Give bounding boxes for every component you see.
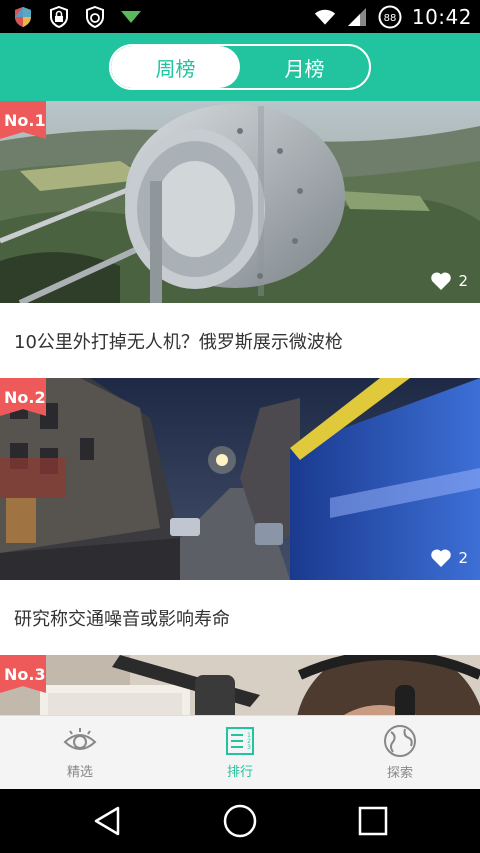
battery-level-text: 88	[383, 13, 396, 24]
nav-label-explore: 探索	[386, 766, 413, 781]
nav-item-ranking[interactable]: 1 2 3 排行	[160, 716, 320, 789]
eye-icon	[63, 728, 97, 750]
clock: 10:42	[411, 4, 472, 29]
header: 周榜 月榜	[0, 33, 480, 101]
wifi-icon	[314, 6, 336, 28]
recents-icon	[359, 806, 388, 836]
article-card[interactable]: No.3	[0, 655, 480, 715]
nav-label-ranking: 排行	[226, 765, 253, 780]
heart-icon	[431, 549, 452, 567]
headphones-person-image	[0, 655, 480, 715]
nav-item-featured[interactable]: 精选	[0, 716, 160, 789]
refresh-shield-icon	[84, 5, 106, 28]
tab-weekly[interactable]: 周榜	[111, 46, 240, 88]
article-title[interactable]: 10公里外打掉无人机？俄罗斯展示微波枪	[0, 303, 480, 378]
like-count-value: 2	[458, 549, 468, 567]
system-navigation-bar	[0, 789, 480, 853]
city-street-image	[0, 378, 480, 580]
bottom-navigation: 精选 1 2 3 排行 探索	[0, 715, 480, 789]
shield-icon	[12, 6, 34, 28]
svg-text:3: 3	[247, 744, 251, 751]
ranking-period-toggle: 周榜 月榜	[109, 44, 371, 90]
like-count[interactable]: 2	[430, 548, 468, 568]
like-count-value: 2	[458, 272, 468, 290]
ranking-feed[interactable]: No.1 2 10公里外打掉无人机？俄罗斯展示微波枪 No.2 2 研究称交通噪…	[0, 101, 480, 715]
article-image[interactable]: No.1 2	[0, 101, 480, 303]
tab-monthly[interactable]: 月榜	[240, 46, 369, 88]
status-bar: 88 10:42	[0, 0, 480, 33]
status-left	[12, 5, 142, 28]
lock-shield-icon	[48, 5, 70, 28]
battery-icon: 88	[378, 5, 402, 29]
microwave-dish-image	[0, 101, 480, 303]
article-title[interactable]: 研究称交通噪音或影响寿命	[0, 580, 480, 655]
status-right: 88 10:42	[314, 5, 472, 29]
article-image[interactable]: No.3	[0, 655, 480, 715]
like-count[interactable]: 2	[430, 271, 468, 291]
home-button[interactable]	[215, 796, 265, 846]
article-card[interactable]: No.1 2 10公里外打掉无人机？俄罗斯展示微波枪	[0, 101, 480, 378]
ranking-list-icon: 1 2 3	[226, 727, 254, 755]
recents-button[interactable]	[348, 796, 398, 846]
back-icon	[94, 806, 119, 836]
globe-icon	[384, 725, 416, 757]
signal-icon	[346, 6, 368, 28]
nav-label-featured: 精选	[66, 765, 93, 780]
download-arrow-icon	[120, 6, 142, 28]
back-button[interactable]	[82, 796, 132, 846]
home-icon	[223, 804, 257, 838]
article-image[interactable]: No.2 2	[0, 378, 480, 580]
article-card[interactable]: No.2 2 研究称交通噪音或影响寿命	[0, 378, 480, 655]
heart-icon	[431, 272, 452, 290]
nav-item-explore[interactable]: 探索	[320, 716, 480, 789]
